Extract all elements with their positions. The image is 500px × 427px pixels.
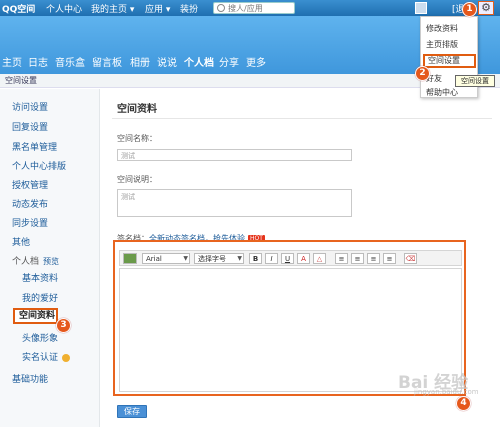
- breadcrumb-label: 空间设置: [5, 76, 37, 85]
- save-button[interactable]: 保存: [117, 405, 147, 418]
- search-placeholder: 搜人/应用: [228, 4, 263, 13]
- sidebar-group-profile: 个人档 预览: [12, 254, 59, 267]
- highlight-color-icon[interactable]: △: [313, 253, 326, 264]
- editor-toolbar: Arial 选择字号 B I U A △ ≡ ≡ ≡ ≡ ⌫: [119, 250, 462, 266]
- gear-icon[interactable]: ⚙: [478, 1, 494, 15]
- baidu-watermark-url: jingyan.baidu.com: [414, 388, 479, 396]
- title-divider: [112, 118, 492, 119]
- decorate-link[interactable]: 装扮: [180, 2, 198, 15]
- align-center-icon[interactable]: ≡: [351, 253, 364, 264]
- preview-link[interactable]: 预览: [43, 257, 59, 266]
- nav-guestbook[interactable]: 留言板: [92, 54, 122, 69]
- sidebar-group-profile-label: 个人档: [12, 257, 40, 267]
- real-name-label: 实名认证: [22, 353, 59, 363]
- apps-menu[interactable]: 应用 ▾: [145, 2, 170, 15]
- sidebar-item-dynamic[interactable]: 动态发布: [12, 197, 48, 210]
- sidebar-item-reply[interactable]: 回复设置: [12, 120, 48, 133]
- personal-center-link[interactable]: 个人中心: [46, 2, 82, 15]
- nav-share[interactable]: 分享: [219, 54, 239, 69]
- sidebar-item-blacklist[interactable]: 黑名单管理: [12, 140, 57, 153]
- sidebar-item-real-name[interactable]: 实名认证: [22, 350, 71, 363]
- align-left-icon[interactable]: ≡: [335, 253, 348, 264]
- sidebar-item-layout[interactable]: 个人中心排版: [12, 159, 66, 172]
- step-marker-3: 3: [56, 318, 71, 333]
- space-settings-tooltip: 空间设置: [455, 75, 495, 87]
- space-desc-value: 测试: [121, 193, 135, 201]
- my-home-menu[interactable]: 我的主页 ▾: [91, 2, 134, 15]
- sidebar-item-avatar[interactable]: 头像形象: [22, 331, 58, 344]
- eraser-icon[interactable]: ⌫: [404, 253, 417, 264]
- space-name-label: 空间名称：: [117, 134, 157, 143]
- underline-button[interactable]: U: [281, 253, 294, 264]
- insert-image-icon[interactable]: [123, 253, 137, 264]
- list-icon[interactable]: ≡: [383, 253, 396, 264]
- space-name-field[interactable]: 测试: [117, 149, 352, 161]
- nav-blog[interactable]: 日志: [28, 54, 48, 69]
- search-icon: [217, 4, 225, 12]
- space-name-value: 测试: [121, 152, 135, 160]
- sidebar-item-access[interactable]: 访问设置: [12, 100, 48, 113]
- italic-button[interactable]: I: [265, 253, 278, 264]
- font-size-select[interactable]: 选择字号: [194, 253, 244, 264]
- nav-profile[interactable]: 个人档: [184, 54, 214, 69]
- main-nav: 主页 日志 音乐盒 留言板 相册 说说 个人档 分享 更多: [0, 54, 420, 70]
- nav-more[interactable]: 更多: [246, 54, 266, 69]
- avatar[interactable]: [415, 2, 427, 14]
- sidebar-item-basic-info[interactable]: 基本资料: [22, 271, 58, 284]
- font-select[interactable]: Arial: [142, 253, 190, 264]
- sidebar-item-hobbies[interactable]: 我的爱好: [22, 291, 58, 304]
- sidebar-item-basic-features[interactable]: 基础功能: [12, 372, 48, 385]
- bold-button[interactable]: B: [249, 253, 262, 264]
- menu-item-help[interactable]: 帮助中心: [426, 87, 458, 98]
- nav-shuoshuo[interactable]: 说说: [157, 54, 177, 69]
- space-desc-label: 空间说明：: [117, 175, 157, 184]
- search-input[interactable]: 搜人/应用: [213, 2, 295, 14]
- menu-item-edit-profile[interactable]: 修改资料: [426, 23, 458, 34]
- settings-sidebar: 访问设置 回复设置 黑名单管理 个人中心排版 授权管理 动态发布 同步设置 其他…: [0, 89, 100, 427]
- nav-music[interactable]: 音乐盒: [55, 54, 85, 69]
- nav-album[interactable]: 相册: [130, 54, 150, 69]
- step-marker-2: 2: [415, 66, 430, 81]
- sidebar-item-auth[interactable]: 授权管理: [12, 178, 48, 191]
- qzone-logo[interactable]: QQ空间: [2, 2, 35, 15]
- menu-item-space-settings[interactable]: 空间设置: [423, 54, 476, 68]
- step-marker-4: 4: [456, 396, 471, 411]
- space-desc-field[interactable]: 测试: [117, 189, 352, 217]
- sidebar-item-other[interactable]: 其他: [12, 235, 30, 248]
- sidebar-item-space-info[interactable]: 空间资料: [13, 308, 58, 324]
- sidebar-item-sync[interactable]: 同步设置: [12, 216, 48, 229]
- font-color-button[interactable]: A: [297, 253, 310, 264]
- verify-icon: [62, 353, 71, 362]
- page-title: 空间资料: [117, 104, 157, 115]
- nav-home[interactable]: 主页: [2, 54, 22, 69]
- top-bar: QQ空间 个人中心 我的主页 ▾ 应用 ▾ 装扮 搜人/应用 [退出] ⚙: [0, 0, 500, 16]
- menu-item-home-layout[interactable]: 主页排版: [426, 39, 458, 50]
- align-right-icon[interactable]: ≡: [367, 253, 380, 264]
- step-marker-1: 1: [462, 2, 477, 17]
